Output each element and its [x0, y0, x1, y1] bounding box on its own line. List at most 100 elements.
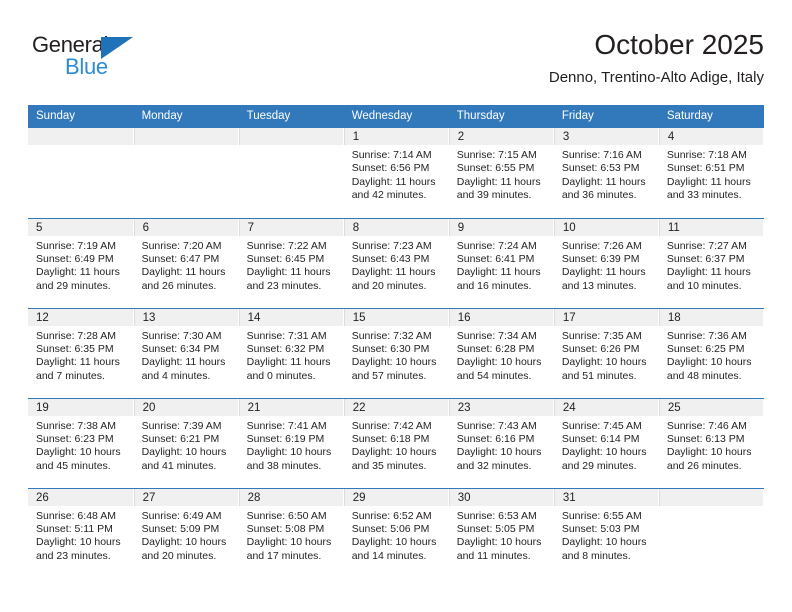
daylight-text: Daylight: 10 hours — [561, 536, 647, 549]
daylight-text: Daylight: 11 hours — [456, 266, 541, 279]
sunset-text: Sunset: 6:49 PM — [36, 252, 114, 265]
calendar-day-cell[interactable]: 13 Sunrise: 7:30 AM Sunset: 6:34 PM Dayligh… — [133, 308, 239, 399]
daylight-text: and 0 minutes. — [246, 369, 316, 382]
calendar-day-cell[interactable]: 7 Sunrise: 7:22 AM Sunset: 6:45 PM Daylight… — [238, 218, 344, 309]
calendar-day-cell[interactable]: 29 Sunrise: 6:52 AM Sunset: 5:06 PM Dayligh… — [343, 488, 449, 578]
day-number: 1 — [343, 128, 448, 145]
calendar-week-row: 1 Sunrise: 7:14 AM Sunset: 6:56 PM Daylight… — [28, 128, 765, 219]
calendar-week-row: 26 Sunrise: 6:48 AM Sunset: 5:11 PM Dayligh… — [28, 488, 765, 578]
sunrise-text: Sunrise: 7:14 AM — [351, 149, 432, 161]
calendar-day-cell[interactable]: 9 Sunrise: 7:24 AM Sunset: 6:41 PM Daylight… — [448, 218, 554, 309]
calendar-page: General Blue October 2025 Denno, Trentin… — [0, 0, 792, 612]
day-details: Sunrise: 6:55 AM Sunset: 5:03 PM Daylight:… — [554, 506, 658, 564]
calendar-day-cell[interactable]: 12 Sunrise: 7:28 AM Sunset: 6:35 PM Dayligh… — [28, 308, 134, 399]
page-title: October 2025 — [594, 29, 764, 60]
sunset-text: Sunset: 6:23 PM — [36, 432, 114, 445]
day-cell-inner: 10 Sunrise: 7:26 AM Sunset: 6:39 PM Dayligh… — [553, 218, 658, 308]
calendar-day-cell[interactable]: 19 Sunrise: 7:38 AM Sunset: 6:23 PM Dayligh… — [28, 398, 134, 489]
weekday-header-monday: Monday — [133, 105, 239, 128]
day-number — [133, 128, 238, 145]
sunset-text: Sunset: 6:21 PM — [141, 432, 220, 445]
calendar-day-cell[interactable]: 28 Sunrise: 6:50 AM Sunset: 5:08 PM Dayligh… — [238, 488, 344, 578]
sunrise-text: Sunrise: 6:52 AM — [351, 509, 432, 522]
daylight-text: and 11 minutes. — [456, 549, 531, 562]
daylight-text: and 41 minutes. — [141, 459, 217, 472]
calendar-day-cell[interactable]: 17 Sunrise: 7:35 AM Sunset: 6:26 PM Dayligh… — [553, 308, 659, 399]
day-cell-inner: 13 Sunrise: 7:30 AM Sunset: 6:34 PM Dayligh… — [133, 308, 238, 398]
daylight-text: Daylight: 11 hours — [561, 175, 646, 188]
sunset-text: Sunset: 6:41 PM — [456, 252, 535, 265]
day-details: Sunrise: 7:43 AM Sunset: 6:16 PM Daylight:… — [449, 416, 553, 474]
sunset-text: Sunset: 6:32 PM — [246, 342, 325, 355]
sunrise-text: Sunrise: 7:22 AM — [246, 239, 327, 252]
day-number: 12 — [28, 308, 133, 326]
calendar-day-cell[interactable]: 3 Sunrise: 7:16 AM Sunset: 6:53 PM Daylight… — [553, 128, 659, 219]
calendar-day-cell[interactable]: 30 Sunrise: 6:53 AM Sunset: 5:05 PM Dayligh… — [448, 488, 554, 578]
daylight-text: and 54 minutes. — [456, 369, 532, 382]
sunrise-text: Sunrise: 6:53 AM — [456, 509, 537, 522]
calendar-day-cell[interactable]: 25 Sunrise: 7:46 AM Sunset: 6:13 PM Dayligh… — [658, 398, 765, 489]
sunset-text: Sunset: 6:55 PM — [456, 162, 535, 175]
calendar-day-cell[interactable]: 16 Sunrise: 7:34 AM Sunset: 6:28 PM Dayligh… — [448, 308, 554, 399]
calendar-day-cell[interactable]: 8 Sunrise: 7:23 AM Sunset: 6:43 PM Daylight… — [343, 218, 449, 309]
calendar-day-cell[interactable]: 20 Sunrise: 7:39 AM Sunset: 6:21 PM Dayligh… — [133, 398, 239, 489]
daylight-text: Daylight: 11 hours — [246, 356, 331, 369]
calendar-day-cell[interactable]: 26 Sunrise: 6:48 AM Sunset: 5:11 PM Dayligh… — [28, 488, 134, 578]
day-number: 23 — [448, 398, 553, 416]
page-subtitle: Denno, Trentino-Alto Adige, Italy — [548, 69, 764, 86]
daylight-text: and 20 minutes. — [351, 279, 427, 292]
sunset-text: Sunset: 6:30 PM — [351, 342, 430, 355]
sunset-text: Sunset: 6:28 PM — [456, 342, 535, 355]
calendar-day-cell[interactable]: 31 Sunrise: 6:55 AM Sunset: 5:03 PM Dayligh… — [553, 488, 659, 578]
day-cell-inner — [658, 488, 763, 578]
day-number: 13 — [133, 308, 238, 326]
daylight-text: Daylight: 10 hours — [141, 536, 227, 549]
general-blue-logo: General Blue — [32, 32, 152, 88]
sunrise-text: Sunrise: 7:24 AM — [456, 239, 537, 252]
calendar-day-cell[interactable]: 23 Sunrise: 7:43 AM Sunset: 6:16 PM Dayligh… — [448, 398, 554, 489]
daylight-text: and 32 minutes. — [456, 459, 532, 472]
weekday-header-tuesday: Tuesday — [238, 105, 344, 128]
calendar-day-cell[interactable]: 27 Sunrise: 6:49 AM Sunset: 5:09 PM Dayligh… — [133, 488, 239, 578]
calendar-day-cell[interactable]: 4 Sunrise: 7:18 AM Sunset: 6:51 PM Daylight… — [658, 128, 765, 219]
calendar-day-cell-empty — [28, 128, 134, 219]
sunrise-text: Sunrise: 7:15 AM — [456, 149, 537, 161]
calendar-day-cell[interactable]: 11 Sunrise: 7:27 AM Sunset: 6:37 PM Dayligh… — [658, 218, 765, 309]
day-number: 26 — [28, 488, 133, 506]
logo-text-blue: Blue — [65, 54, 108, 79]
daylight-text: Daylight: 11 hours — [141, 356, 226, 369]
calendar-day-cell[interactable]: 2 Sunrise: 7:15 AM Sunset: 6:55 PM Daylight… — [448, 128, 554, 219]
day-number: 15 — [343, 308, 448, 326]
calendar-day-cell[interactable]: 21 Sunrise: 7:41 AM Sunset: 6:19 PM Dayligh… — [238, 398, 344, 489]
sunset-text: Sunset: 6:14 PM — [561, 432, 640, 445]
calendar-day-cell[interactable]: 24 Sunrise: 7:45 AM Sunset: 6:14 PM Dayligh… — [553, 398, 659, 489]
sunset-text: Sunset: 5:08 PM — [246, 522, 325, 535]
daylight-text: Daylight: 10 hours — [351, 536, 437, 549]
daylight-text: and 23 minutes. — [246, 279, 322, 292]
calendar-day-cell[interactable]: 5 Sunrise: 7:19 AM Sunset: 6:49 PM Daylight… — [28, 218, 134, 309]
calendar-day-cell[interactable]: 6 Sunrise: 7:20 AM Sunset: 6:47 PM Daylight… — [133, 218, 239, 309]
day-cell-inner: 21 Sunrise: 7:41 AM Sunset: 6:19 PM Dayligh… — [238, 398, 343, 488]
day-details: Sunrise: 6:50 AM Sunset: 5:08 PM Daylight:… — [239, 506, 343, 564]
day-details — [239, 145, 343, 149]
day-cell-inner — [28, 128, 133, 218]
calendar-day-cell[interactable]: 15 Sunrise: 7:32 AM Sunset: 6:30 PM Dayligh… — [343, 308, 449, 399]
day-details — [28, 145, 133, 149]
day-cell-inner — [238, 128, 343, 218]
day-details: Sunrise: 6:52 AM Sunset: 5:06 PM Daylight:… — [344, 506, 448, 564]
calendar-body: 1 Sunrise: 7:14 AM Sunset: 6:56 PM Daylight… — [28, 128, 765, 578]
sunset-text: Sunset: 6:51 PM — [666, 162, 745, 175]
calendar-day-cell[interactable]: 1 Sunrise: 7:14 AM Sunset: 6:56 PM Daylight… — [343, 128, 449, 219]
daylight-text: Daylight: 11 hours — [36, 266, 120, 279]
calendar-day-cell[interactable]: 14 Sunrise: 7:31 AM Sunset: 6:32 PM Dayligh… — [238, 308, 344, 399]
calendar-day-cell[interactable]: 18 Sunrise: 7:36 AM Sunset: 6:25 PM Dayligh… — [658, 308, 765, 399]
daylight-text: and 7 minutes. — [36, 369, 105, 382]
calendar-day-cell[interactable]: 10 Sunrise: 7:26 AM Sunset: 6:39 PM Dayligh… — [553, 218, 659, 309]
calendar-week-row: 5 Sunrise: 7:19 AM Sunset: 6:49 PM Daylight… — [28, 218, 765, 309]
day-number: 2 — [448, 128, 553, 145]
day-number: 9 — [448, 218, 553, 236]
day-details: Sunrise: 7:46 AM Sunset: 6:13 PM Daylight:… — [659, 416, 763, 474]
calendar-day-cell[interactable]: 22 Sunrise: 7:42 AM Sunset: 6:18 PM Dayligh… — [343, 398, 449, 489]
day-number: 14 — [238, 308, 343, 326]
day-number: 4 — [658, 128, 763, 145]
